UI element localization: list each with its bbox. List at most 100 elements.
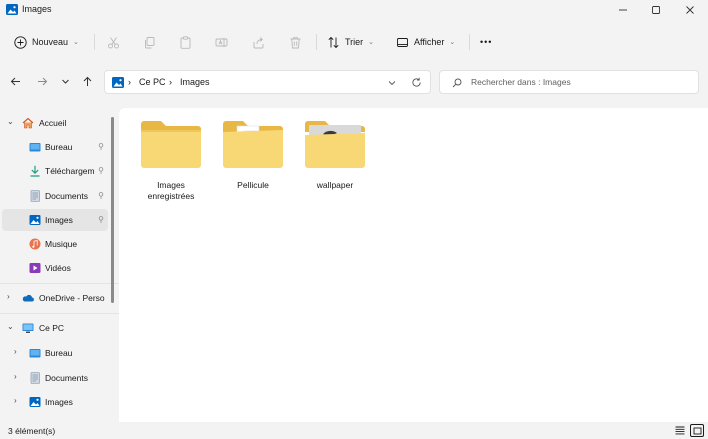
images-folder-icon <box>6 4 18 15</box>
sidebar-item-images[interactable]: Images ⚲ <box>2 209 108 231</box>
large-icons-view-icon <box>693 427 701 434</box>
sidebar-item-label: Images <box>45 397 73 407</box>
view-button-label: Afficher <box>414 37 445 47</box>
sidebar-item-desktop[interactable]: Bureau ⚲ <box>2 136 108 158</box>
chevron-right-icon[interactable]: › <box>14 372 17 381</box>
folder-item[interactable]: wallpaper <box>299 118 371 191</box>
sidebar-item-this-pc-documents[interactable]: › Documents <box>2 367 108 389</box>
cut-button[interactable] <box>107 24 120 60</box>
rename-icon <box>215 37 228 47</box>
new-button-label: Nouveau <box>32 37 69 47</box>
breadcrumb-images[interactable]: Images <box>180 77 210 87</box>
close-icon <box>686 6 694 14</box>
chevron-down-icon <box>61 79 69 84</box>
back-button[interactable] <box>8 74 22 88</box>
pin-icon: ⚲ <box>98 166 104 175</box>
navigation-pane: ⌄ Accueil Bureau ⚲ Téléchargem ⚲ Documen… <box>0 108 119 422</box>
toolbar-divider <box>469 34 470 50</box>
sort-button[interactable]: Trier ⌄ <box>327 24 374 60</box>
chevron-down-icon[interactable] <box>388 79 396 87</box>
address-bar[interactable]: › Ce PC › Images <box>104 70 431 94</box>
download-icon <box>30 165 40 177</box>
delete-icon <box>290 36 301 48</box>
sidebar-item-label: Ce PC <box>39 323 65 333</box>
folder-name: Pellicule <box>237 180 269 190</box>
chevron-right-icon[interactable]: › <box>14 396 17 405</box>
refresh-icon[interactable] <box>411 77 422 88</box>
videos-icon <box>29 263 41 273</box>
chevron-right-icon[interactable]: › <box>14 347 17 356</box>
sidebar-item-videos[interactable]: Vidéos <box>2 257 108 279</box>
breadcrumb-this-pc[interactable]: Ce PC <box>139 77 166 87</box>
sidebar-item-label: Images <box>45 215 73 225</box>
large-icons-view-button[interactable] <box>690 424 704 437</box>
pictures-icon <box>29 397 41 407</box>
folder-name: wallpaper <box>316 180 354 190</box>
close-button[interactable] <box>673 0 707 20</box>
folder-icon <box>141 121 201 168</box>
sidebar-item-music[interactable]: Musique <box>2 233 108 255</box>
sidebar-item-home[interactable]: ⌄ Accueil <box>2 112 108 134</box>
folder-with-image-preview-icon <box>305 121 365 168</box>
sidebar-item-label: Bureau <box>45 142 73 152</box>
sidebar-item-downloads[interactable]: Téléchargem ⚲ <box>2 160 108 182</box>
paste-button[interactable] <box>179 24 192 60</box>
more-options-button[interactable]: ••• <box>480 24 492 60</box>
search-input[interactable]: Rechercher dans : Images <box>439 70 699 94</box>
folder-item[interactable]: Images enregistrées <box>135 118 207 202</box>
breadcrumb-separator: › <box>128 77 131 87</box>
recent-locations-button[interactable] <box>58 74 72 88</box>
images-folder-icon <box>112 77 124 88</box>
chevron-down-icon[interactable]: ⌄ <box>7 322 14 331</box>
maximize-button[interactable] <box>639 0 673 20</box>
plus-circle-icon <box>14 35 27 49</box>
sidebar-item-this-pc-images[interactable]: › Images <box>2 391 108 413</box>
rename-button[interactable] <box>215 24 228 60</box>
sidebar-item-documents[interactable]: Documents ⚲ <box>2 185 108 207</box>
minimize-icon <box>619 9 627 11</box>
sidebar-scrollbar[interactable] <box>111 117 114 303</box>
status-bar: 3 élément(s) <box>0 422 708 439</box>
folder-name: Images enregistrées <box>147 180 195 201</box>
window-title: Images <box>22 4 52 14</box>
chevron-down-icon[interactable]: ⌄ <box>7 117 14 126</box>
desktop-icon <box>29 143 41 152</box>
pin-icon: ⚲ <box>98 215 104 224</box>
folder-item[interactable]: Pellicule <box>217 118 289 191</box>
sidebar-item-this-pc-desktop[interactable]: › Bureau <box>2 342 108 364</box>
share-button[interactable] <box>252 24 265 60</box>
view-icon <box>397 37 408 47</box>
documents-icon <box>30 190 40 202</box>
sidebar-item-label: Musique <box>45 239 78 249</box>
sidebar-divider <box>0 283 119 284</box>
up-button[interactable] <box>80 74 94 88</box>
folder-with-preview-icon <box>223 121 283 168</box>
chevron-down-icon: ⌄ <box>449 39 456 46</box>
chevron-right-icon[interactable]: › <box>7 292 10 301</box>
paste-icon <box>180 35 191 49</box>
item-count: 3 élément(s) <box>8 426 56 436</box>
sidebar-item-onedrive[interactable]: › OneDrive - Perso <box>2 287 108 309</box>
desktop-icon <box>29 349 41 358</box>
music-icon <box>29 238 41 250</box>
arrow-right-icon <box>37 77 47 85</box>
breadcrumb-separator: › <box>169 77 172 87</box>
chevron-down-icon: ⌄ <box>73 39 79 46</box>
more-options-label: ••• <box>480 37 493 47</box>
view-button[interactable]: Afficher ⌄ <box>396 24 455 60</box>
sidebar-item-this-pc[interactable]: ⌄ Ce PC <box>2 317 108 339</box>
sidebar-item-label: Documents <box>45 191 88 201</box>
sidebar-item-label: Vidéos <box>45 263 71 273</box>
search-placeholder: Rechercher dans : Images <box>471 77 571 87</box>
arrow-up-icon <box>83 76 91 86</box>
minimize-button[interactable] <box>606 0 640 20</box>
new-button[interactable]: Nouveau ⌄ <box>14 24 79 60</box>
pin-icon: ⚲ <box>98 142 104 151</box>
details-view-button[interactable] <box>673 424 687 437</box>
pin-icon: ⚲ <box>98 191 104 200</box>
copy-button[interactable] <box>143 24 156 60</box>
delete-button[interactable] <box>289 24 302 60</box>
pictures-icon <box>29 215 41 225</box>
cut-icon <box>108 36 119 48</box>
forward-button[interactable] <box>35 74 49 88</box>
